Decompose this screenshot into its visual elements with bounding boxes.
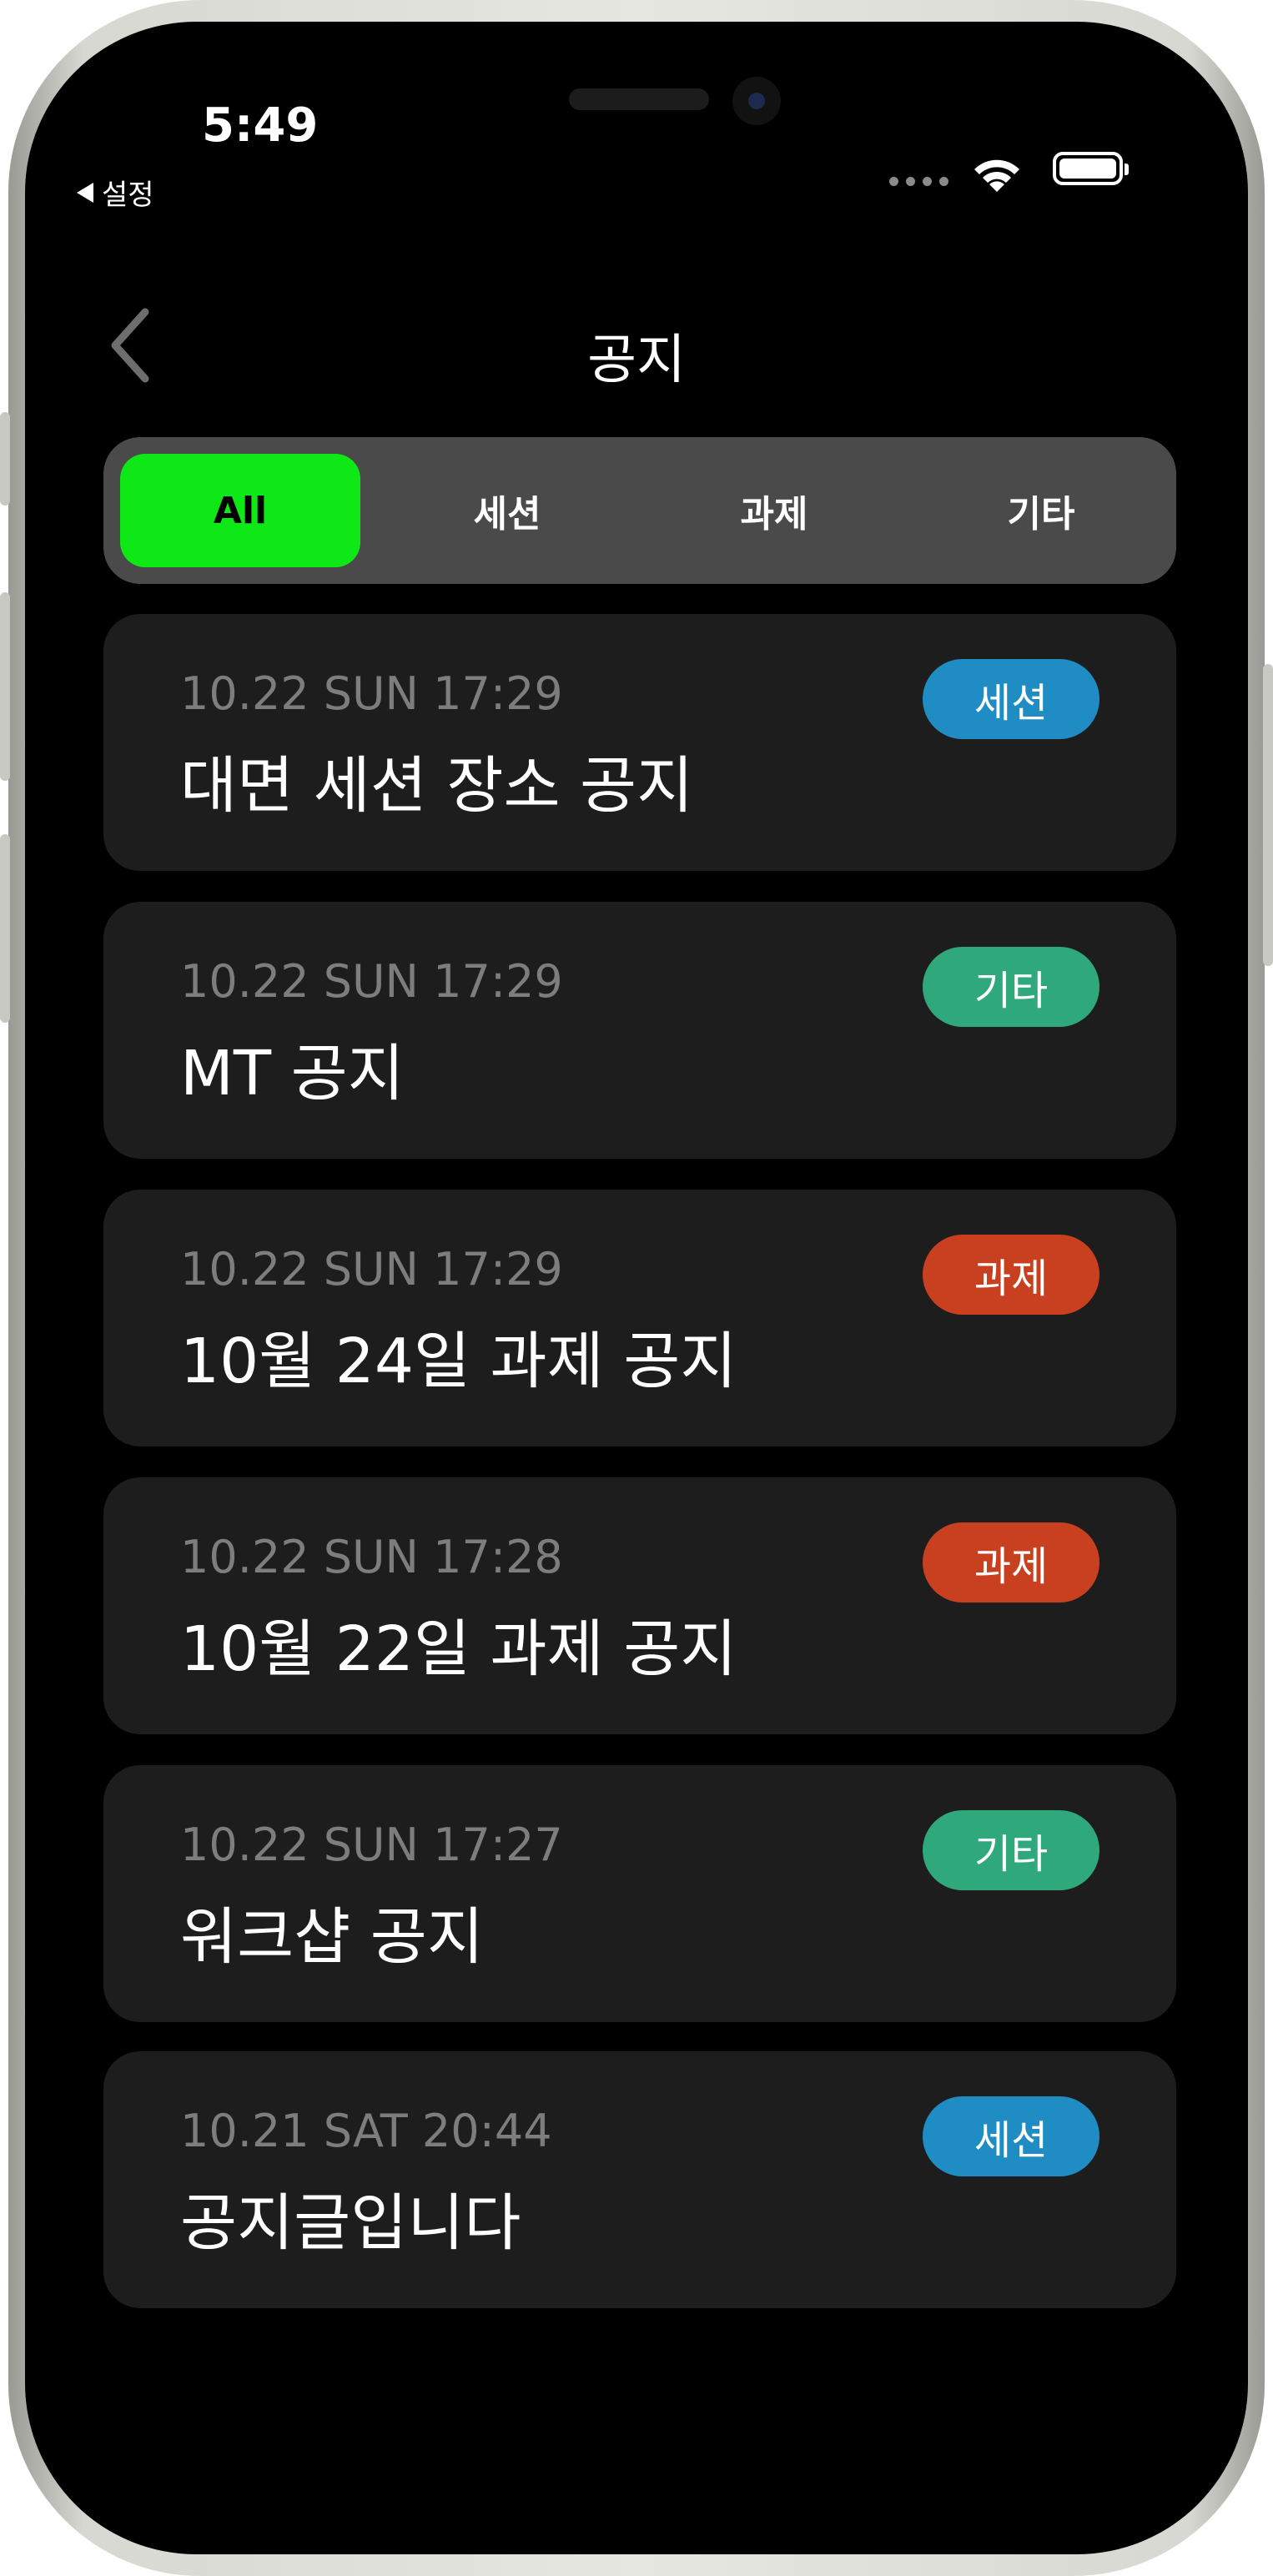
page-title: 공지 [587, 330, 686, 391]
category-badge: 과제 [923, 1235, 1099, 1315]
category-badge: 세션 [923, 659, 1099, 739]
category-badge: 기타 [923, 947, 1099, 1027]
segment-assignment[interactable]: 과제 [654, 454, 894, 567]
segment-all[interactable]: All [120, 454, 360, 567]
notice-title: 10월 24일 과제 공지 [180, 1326, 737, 1397]
notice-title: 워크샵 공지 [180, 1901, 484, 1973]
volume-up-button [0, 592, 10, 781]
volume-down-button [0, 834, 10, 1023]
notice-date: 10.22 SUN 17:29 [180, 1243, 563, 1296]
notice-title: 대면 세션 장소 공지 [180, 750, 694, 822]
signal-dots-icon [889, 177, 948, 186]
category-badge: 과제 [923, 1522, 1099, 1602]
notice-date: 10.22 SUN 17:29 [180, 667, 563, 720]
mute-switch [0, 412, 10, 506]
notice-card[interactable]: 10.22 SUN 17:28 10월 22일 과제 공지 과제 [103, 1477, 1176, 1734]
segment-etc[interactable]: 기타 [921, 454, 1161, 567]
earpiece-speaker [569, 88, 709, 110]
notice-date: 10.22 SUN 17:27 [180, 1819, 563, 1871]
notice-card[interactable]: 10.22 SUN 17:27 워크샵 공지 기타 [103, 1765, 1176, 2022]
notice-title: MT 공지 [180, 1038, 405, 1109]
back-to-app-link[interactable]: 설정 [77, 172, 154, 213]
wifi-icon [974, 159, 1019, 192]
notice-title: 공지글입니다 [180, 2187, 521, 2259]
back-triangle-icon [77, 182, 93, 203]
screen: 5:49 설정 공지 All 세션 과제 기타 10.22 SUN 17:29 … [25, 22, 1248, 2554]
notice-card[interactable]: 10.22 SUN 17:29 대면 세션 장소 공지 세션 [103, 614, 1176, 871]
category-segmented-control: All 세션 과제 기타 [103, 437, 1176, 584]
back-app-label: 설정 [102, 179, 154, 212]
battery-icon [1053, 152, 1129, 185]
notice-card[interactable]: 10.22 SUN 17:29 MT 공지 기타 [103, 902, 1176, 1159]
category-badge: 세션 [923, 2096, 1099, 2176]
category-badge: 기타 [923, 1810, 1099, 1890]
status-time: 5:49 [202, 98, 319, 153]
notice-card[interactable]: 10.22 SUN 17:29 10월 24일 과제 공지 과제 [103, 1190, 1176, 1446]
notice-title: 10월 22일 과제 공지 [180, 1613, 737, 1685]
segment-session[interactable]: 세션 [387, 454, 627, 567]
notice-date: 10.21 SAT 20:44 [180, 2105, 552, 2157]
notice-date: 10.22 SUN 17:29 [180, 955, 563, 1008]
front-camera-icon [732, 77, 781, 125]
notice-date: 10.22 SUN 17:28 [180, 1531, 563, 1583]
power-button [1263, 664, 1273, 966]
notice-card[interactable]: 10.21 SAT 20:44 공지글입니다 세션 [103, 2051, 1176, 2308]
